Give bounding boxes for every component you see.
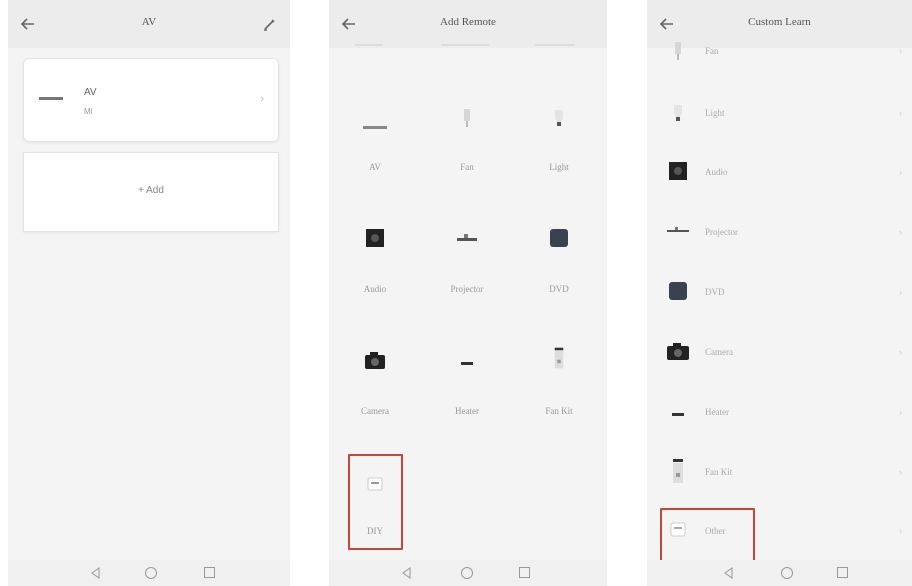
chevron-right-icon: › — [899, 347, 902, 357]
remote-type-label: DVD — [549, 284, 569, 294]
camera-icon — [667, 343, 689, 360]
heater-icon — [672, 413, 684, 416]
list-item-heater[interactable]: Heater › — [647, 397, 912, 457]
nav-back-icon[interactable] — [723, 567, 735, 579]
edit-pencil-icon[interactable] — [262, 16, 278, 32]
list-item-label: Fan Kit — [705, 467, 733, 477]
remote-type-projector[interactable]: Projector — [421, 222, 513, 312]
nav-back-icon[interactable] — [401, 567, 413, 579]
list-item-label: Camera — [705, 347, 733, 357]
screen-custom-learn: Custom Learn Fan › Light › Audio › Proje… — [647, 0, 912, 586]
screen-av-device: AV AV Mi › + Add — [8, 0, 290, 586]
dvd-player-icon — [550, 229, 568, 247]
chevron-right-icon: › — [899, 108, 902, 118]
scrolled-off-row — [329, 40, 607, 50]
chevron-right-icon: › — [260, 93, 264, 105]
back-arrow-icon[interactable] — [341, 16, 357, 32]
back-arrow-icon[interactable] — [659, 16, 675, 32]
remote-type-label: AV — [369, 162, 381, 172]
light-bulb-icon — [555, 110, 563, 126]
fan-kit-remote-icon — [673, 459, 683, 483]
remote-type-label: Projector — [450, 284, 484, 294]
remote-type-light[interactable]: Light — [513, 100, 605, 190]
back-arrow-icon[interactable] — [20, 16, 36, 32]
chevron-right-icon: › — [899, 167, 902, 177]
av-dash-icon — [39, 97, 63, 100]
list-item-label: Light — [705, 108, 725, 118]
remote-type-fan[interactable]: Fan — [421, 100, 513, 190]
add-label: + Add — [138, 185, 164, 196]
chevron-right-icon: › — [899, 407, 902, 417]
projector-icon — [667, 227, 689, 232]
list-item-projector[interactable]: Projector › — [647, 217, 912, 277]
chevron-right-icon: › — [899, 287, 902, 297]
chevron-right-icon: › — [899, 467, 902, 477]
nav-home-icon[interactable] — [781, 567, 793, 579]
heater-icon — [461, 362, 473, 365]
list-item-fan[interactable]: Fan › — [647, 36, 912, 96]
list-item-label: DVD — [705, 287, 725, 297]
fan-kit-remote-icon — [554, 347, 564, 369]
chevron-right-icon: › — [899, 227, 902, 237]
list-item-fan-kit[interactable]: Fan Kit › — [647, 455, 912, 515]
remote-type-label: Camera — [361, 406, 389, 416]
other-highlight-box — [660, 508, 755, 562]
remote-type-dvd[interactable]: DVD — [513, 222, 605, 312]
device-name: AV — [84, 87, 97, 98]
camera-icon — [365, 352, 385, 369]
remote-type-label: Fan Kit — [545, 406, 573, 416]
system-nav-bar — [647, 560, 912, 586]
nav-recents-icon[interactable] — [837, 567, 848, 578]
device-card-av[interactable]: AV Mi › — [23, 58, 279, 142]
remote-type-label: Light — [549, 162, 569, 172]
fan-icon — [675, 42, 681, 60]
list-item-dvd[interactable]: DVD › — [647, 277, 912, 337]
top-bar: AV — [8, 0, 290, 48]
screen-add-remote: Add Remote AV Fan Light Audio Projector … — [329, 0, 607, 586]
audio-speaker-icon — [669, 162, 687, 180]
nav-back-icon[interactable] — [90, 567, 102, 579]
list-item-light[interactable]: Light › — [647, 96, 912, 156]
list-item-audio[interactable]: Audio › — [647, 157, 912, 217]
list-item-label: Fan — [705, 46, 719, 56]
diy-highlight-box — [348, 454, 403, 550]
system-nav-bar — [8, 560, 290, 586]
list-item-label: Heater — [705, 407, 729, 417]
remote-type-audio[interactable]: Audio — [329, 222, 421, 312]
chevron-right-icon: › — [899, 46, 902, 56]
page-title: AV — [141, 16, 157, 28]
light-bulb-icon — [674, 105, 682, 121]
page-title: Add Remote — [440, 16, 496, 28]
add-remote-button[interactable]: + Add — [23, 152, 279, 232]
device-subtitle: Mi — [84, 107, 93, 116]
list-item-label: Projector — [705, 227, 738, 237]
nav-home-icon[interactable] — [461, 567, 473, 579]
remote-type-av[interactable]: AV — [329, 100, 421, 190]
nav-recents-icon[interactable] — [204, 567, 215, 578]
remote-type-camera[interactable]: Camera — [329, 344, 421, 434]
remote-type-fan-kit[interactable]: Fan Kit — [513, 344, 605, 434]
remote-type-label: Fan — [460, 162, 474, 172]
remote-type-heater[interactable]: Heater — [421, 344, 513, 434]
audio-speaker-icon — [366, 229, 384, 247]
list-item-camera[interactable]: Camera › — [647, 337, 912, 397]
system-nav-bar — [329, 560, 607, 586]
remote-type-label: Audio — [363, 284, 387, 294]
remote-type-label: Heater — [455, 406, 479, 416]
page-title: Custom Learn — [748, 16, 811, 28]
fan-icon — [464, 109, 470, 127]
projector-icon — [457, 234, 477, 241]
list-item-label: Audio — [705, 167, 728, 177]
av-dash-icon — [363, 116, 387, 140]
nav-home-icon[interactable] — [145, 567, 157, 579]
chevron-right-icon: › — [899, 526, 902, 536]
nav-recents-icon[interactable] — [519, 567, 530, 578]
dvd-player-icon — [669, 282, 687, 300]
